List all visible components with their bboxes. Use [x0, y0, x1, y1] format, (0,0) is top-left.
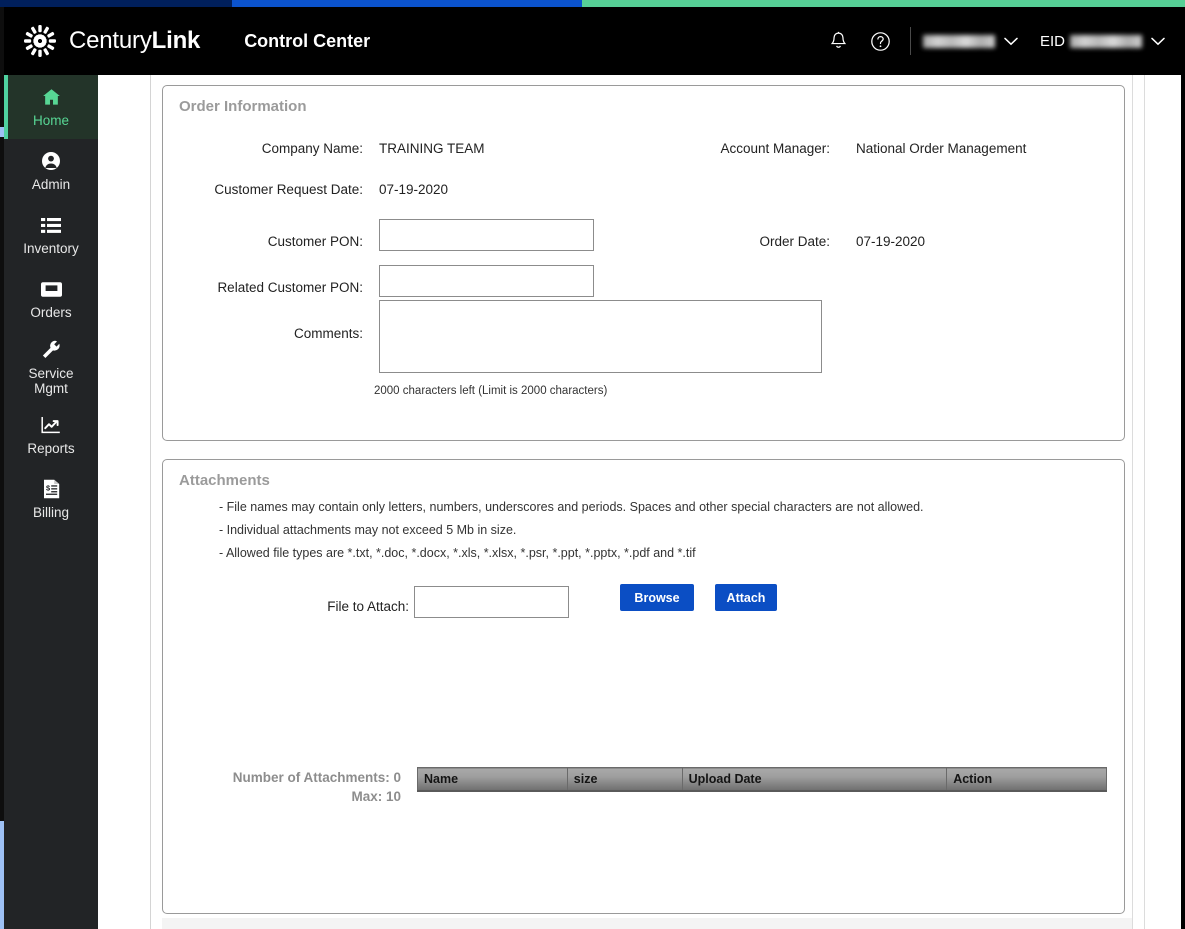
company-name-value: TRAINING TEAM: [379, 141, 485, 156]
strip-segment-green: [582, 0, 1185, 7]
user-name-redacted: ████████: [922, 34, 995, 48]
file-to-attach-label: File to Attach:: [327, 599, 409, 614]
header-divider: [909, 27, 911, 55]
svg-text:$: $: [46, 484, 50, 493]
eid-value-redacted: ████████: [1070, 34, 1142, 48]
sidebar-item-label: Admin: [31, 177, 71, 192]
browse-button[interactable]: Browse: [620, 584, 694, 611]
eid-menu[interactable]: EID ████████: [1040, 33, 1165, 50]
related-customer-pon-label: Related Customer PON:: [217, 280, 363, 295]
sidebar-item-label: Inventory: [23, 241, 79, 256]
wrench-icon: [42, 339, 61, 361]
app-window: CenturyLink Control Center ███: [0, 0, 1185, 929]
header-actions: ████████ EID ████████: [818, 7, 1171, 75]
attachments-table: Name size Upload Date Action: [417, 767, 1107, 792]
sidebar-item-inventory[interactable]: Inventory: [4, 203, 98, 267]
sidebar-item-label: Billing: [32, 505, 70, 520]
customer-pon-label: Customer PON:: [267, 234, 363, 249]
customer-request-date-label: Customer Request Date:: [214, 182, 363, 197]
account-manager-label: Account Manager:: [720, 141, 830, 156]
attachment-rule-size: - Individual attachments may not exceed …: [219, 523, 517, 537]
sidebar-item-label: Service Mgmt: [28, 365, 74, 396]
file-to-attach-input[interactable]: [414, 586, 569, 618]
attachments-panel: Attachments - File names may contain onl…: [162, 459, 1125, 914]
brand-wordmark-light: Century: [69, 27, 152, 54]
help-circle-icon[interactable]: [866, 26, 896, 56]
content-right-margin: [1145, 75, 1181, 929]
sidebar-item-admin[interactable]: Admin: [4, 139, 98, 203]
sidebar-item-label: Reports: [27, 441, 75, 456]
brand-color-strip: [0, 0, 1185, 7]
account-manager-value: National Order Management: [856, 141, 1027, 156]
sidebar-item-label: Orders: [30, 305, 72, 320]
attachments-title: Attachments: [179, 472, 270, 489]
column-header-upload-date[interactable]: Upload Date: [681, 767, 948, 792]
chevron-down-icon: [1004, 33, 1018, 49]
inbox-icon: [40, 278, 62, 300]
attach-button[interactable]: Attach: [715, 584, 777, 611]
related-customer-pon-input[interactable]: [379, 265, 594, 297]
order-information-title: Order Information: [179, 98, 307, 115]
column-header-size[interactable]: size: [566, 767, 683, 792]
primary-sidebar: Home Admin Inventory Orders Service Mgmt…: [4, 75, 98, 929]
invoice-icon: $: [43, 478, 60, 500]
attachments-count: Number of Attachments: 0: [232, 770, 401, 785]
order-date-label: Order Date:: [759, 234, 830, 249]
form-action-buttons: Submit Request Save Print Cancel: [162, 918, 1181, 929]
sidebar-item-billing[interactable]: $ Billing: [4, 467, 98, 531]
column-header-action[interactable]: Action: [946, 767, 1107, 792]
content-scrollbar[interactable]: [1132, 75, 1145, 929]
brand-wordmark-bold: Link: [151, 27, 201, 54]
app-title: Control Center: [244, 30, 371, 51]
list-icon: [41, 214, 61, 236]
brand-logo[interactable]: CenturyLink: [22, 23, 200, 59]
comments-character-counter: 2000 characters left (Limit is 2000 char…: [374, 385, 608, 397]
sidebar-item-label: Home: [32, 113, 69, 128]
form-action-bar: Submit Request Save Print Cancel: [162, 918, 1181, 929]
sidebar-item-orders[interactable]: Orders: [4, 267, 98, 331]
brand-wordmark: CenturyLink: [69, 27, 200, 55]
user-menu[interactable]: ████████: [922, 33, 1018, 49]
attachments-table-header-row: Name size Upload Date Action: [417, 767, 1107, 792]
page-card: Order Information Company Name: TRAINING…: [151, 75, 1181, 929]
strip-segment-navy: [0, 0, 232, 7]
comments-label: Comments:: [293, 326, 363, 341]
attachment-rule-filenames: - File names may contain only letters, n…: [219, 500, 924, 514]
sidebar-item-reports[interactable]: Reports: [4, 403, 98, 467]
column-header-name[interactable]: Name: [417, 767, 568, 792]
user-icon: [41, 150, 61, 172]
order-information-panel: Order Information Company Name: TRAINING…: [162, 85, 1125, 441]
chevron-down-icon: [1151, 33, 1165, 49]
bell-icon[interactable]: [824, 26, 854, 56]
eid-label: EID: [1039, 32, 1065, 50]
attachments-max: Max: 10: [351, 789, 401, 804]
chart-icon: [41, 414, 61, 436]
comments-textarea[interactable]: [379, 300, 822, 373]
content-area: Order Information Company Name: TRAINING…: [98, 75, 1181, 929]
sidebar-item-home[interactable]: Home: [4, 75, 98, 139]
customer-pon-input[interactable]: [379, 219, 594, 251]
centurylink-burst-icon: [22, 23, 58, 59]
customer-request-date-value: 07-19-2020: [379, 182, 449, 197]
attachment-rule-filetypes: - Allowed file types are *.txt, *.doc, *…: [219, 546, 696, 560]
home-icon: [42, 86, 61, 108]
company-name-label: Company Name:: [261, 141, 363, 156]
strip-segment-blue: [232, 0, 582, 7]
order-date-value: 07-19-2020: [856, 234, 926, 249]
sidebar-item-service-mgmt[interactable]: Service Mgmt: [4, 331, 98, 403]
app-header: CenturyLink Control Center ███: [4, 7, 1185, 75]
